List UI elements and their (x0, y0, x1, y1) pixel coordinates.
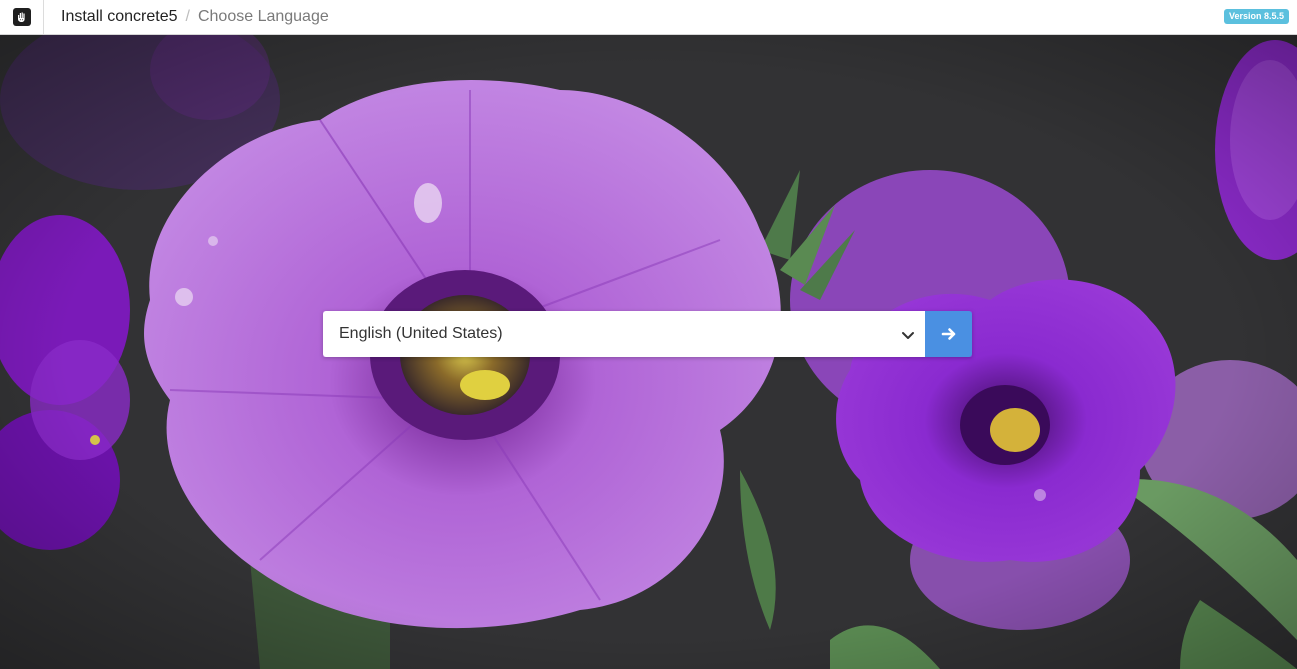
concrete5-hand-logo-icon (12, 8, 31, 26)
breadcrumb-current-page: Choose Language (197, 8, 329, 25)
breadcrumb-install-link[interactable]: Install concrete5 (61, 8, 178, 26)
chevron-down-icon (902, 332, 914, 339)
logo-container[interactable] (0, 0, 44, 34)
language-select-value: English (United States) (339, 325, 503, 342)
language-select[interactable]: English (United States) (323, 311, 925, 357)
breadcrumb: Install concrete5 / Choose Language (61, 0, 329, 34)
install-page: Install concrete5 / Choose Language Vers… (0, 0, 1297, 669)
version-badge: Version 8.5.5 (1223, 9, 1289, 24)
breadcrumb-separator: / (185, 8, 190, 25)
top-bar: Install concrete5 / Choose Language Vers… (0, 0, 1297, 35)
arrow-right-icon (941, 328, 955, 340)
language-form: English (United States) (323, 311, 972, 357)
submit-language-button[interactable] (925, 311, 972, 357)
